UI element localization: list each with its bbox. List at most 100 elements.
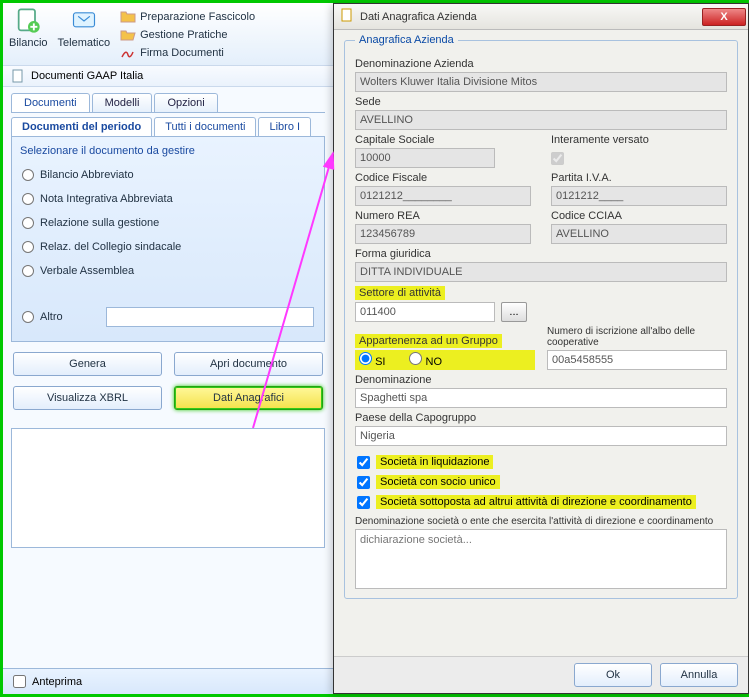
doc-option-relazione[interactable]: Relazione sulla gestione bbox=[20, 211, 316, 235]
ribbon-link-gest[interactable]: Gestione Pratiche bbox=[120, 27, 255, 43]
dati-anagrafici-button[interactable]: Dati Anagrafici bbox=[174, 386, 323, 410]
preview-area bbox=[11, 428, 325, 548]
anteprima-label: Anteprima bbox=[32, 676, 82, 688]
direzione-label: Società sottoposta ad altrui attività di… bbox=[376, 495, 696, 509]
cciaa-label: Codice CCIAA bbox=[551, 210, 727, 222]
rea-label: Numero REA bbox=[355, 210, 531, 222]
visualizza-xbrl-button[interactable]: Visualizza XBRL bbox=[13, 386, 162, 410]
liquidazione-label: Società in liquidazione bbox=[376, 455, 493, 469]
doc-option-label: Nota Integrativa Abbreviata bbox=[40, 193, 173, 205]
liquidazione-row[interactable]: Società in liquidazione bbox=[355, 452, 727, 472]
document-plus-icon bbox=[14, 7, 42, 35]
gruppo-radio-group: SI NO bbox=[355, 350, 535, 370]
panel-hint: Selezionare il documento da gestire bbox=[20, 145, 316, 157]
denomg-label: Denominazione bbox=[355, 374, 727, 386]
telematico-icon bbox=[70, 7, 98, 35]
doc-option-label: Bilancio Abbreviato bbox=[40, 169, 134, 181]
cf-label: Codice Fiscale bbox=[355, 172, 531, 184]
ribbon-link-firma[interactable]: Firma Documenti bbox=[120, 45, 255, 61]
socio-unico-row[interactable]: Società con socio unico bbox=[355, 472, 727, 492]
gruppo-no[interactable]: NO bbox=[409, 352, 442, 368]
document-select-panel: Selezionare il documento da gestire Bila… bbox=[11, 136, 325, 342]
ribbon-links: Preparazione Fascicolo Gestione Pratiche… bbox=[120, 7, 255, 63]
document-bar-title: Documenti GAAP Italia bbox=[31, 70, 143, 82]
rea-input[interactable] bbox=[355, 224, 531, 244]
anagrafica-fieldset: Anagrafica Azienda Denominazione Azienda… bbox=[344, 34, 738, 599]
cf-input[interactable] bbox=[355, 186, 531, 206]
doc-option-label: Relazione sulla gestione bbox=[40, 217, 159, 229]
annulla-button[interactable]: Annulla bbox=[660, 663, 738, 687]
footer-bar: Anteprima bbox=[3, 668, 333, 694]
gruppo-si[interactable]: SI bbox=[359, 352, 385, 368]
doc-option-altro-input[interactable] bbox=[106, 307, 314, 327]
doc-option-verbale[interactable]: Verbale Assemblea bbox=[20, 259, 316, 283]
document-bar: Documenti GAAP Italia bbox=[3, 65, 333, 87]
denominazione-label: Denominazione Azienda bbox=[355, 58, 727, 70]
signature-icon bbox=[120, 45, 136, 61]
socio-unico-checkbox[interactable] bbox=[357, 476, 370, 489]
capitale-input[interactable] bbox=[355, 148, 495, 168]
ribbon-bilancio-label: Bilancio bbox=[9, 37, 48, 49]
paese-input[interactable] bbox=[355, 426, 727, 446]
forma-input[interactable] bbox=[355, 262, 727, 282]
sede-input[interactable] bbox=[355, 110, 727, 130]
liquidazione-checkbox[interactable] bbox=[357, 456, 370, 469]
tab-modelli[interactable]: Modelli bbox=[92, 93, 153, 112]
close-button[interactable]: X bbox=[702, 8, 746, 26]
settore-label: Settore di attività bbox=[355, 286, 727, 300]
page-icon bbox=[11, 69, 25, 83]
doc-option-collegio[interactable]: Relaz. del Collegio sindacale bbox=[20, 235, 316, 259]
coop-label: Numero di iscrizione all'albo delle coop… bbox=[547, 326, 727, 348]
denominazione-input[interactable] bbox=[355, 72, 727, 92]
interamente-label: Interamente versato bbox=[551, 134, 727, 146]
doc-option-altro-row: Altro bbox=[20, 301, 316, 333]
piva-label: Partita I.V.A. bbox=[551, 172, 727, 184]
ribbon-link-firma-label: Firma Documenti bbox=[140, 47, 224, 59]
secondary-tabs: Documenti del periodo Tutti i documenti … bbox=[3, 113, 333, 136]
interamente-checkbox[interactable] bbox=[551, 152, 564, 165]
folder-icon bbox=[120, 9, 136, 25]
tab-documenti[interactable]: Documenti bbox=[11, 93, 90, 112]
forma-label: Forma giuridica bbox=[355, 248, 727, 260]
doc-option-nota[interactable]: Nota Integrativa Abbreviata bbox=[20, 187, 316, 211]
dialog-title: Dati Anagrafica Azienda bbox=[360, 11, 696, 23]
close-icon: X bbox=[720, 11, 727, 23]
sede-label: Sede bbox=[355, 96, 727, 108]
denomg-input[interactable] bbox=[355, 388, 727, 408]
cciaa-input[interactable] bbox=[551, 224, 727, 244]
fieldset-legend: Anagrafica Azienda bbox=[355, 34, 458, 46]
tab-libro[interactable]: Libro I bbox=[258, 117, 311, 136]
dialog-titlebar[interactable]: Dati Anagrafica Azienda X bbox=[334, 4, 748, 30]
ok-button[interactable]: Ok bbox=[574, 663, 652, 687]
anagrafica-dialog: Dati Anagrafica Azienda X Anagrafica Azi… bbox=[333, 3, 749, 694]
doc-option-label: Verbale Assemblea bbox=[40, 265, 134, 277]
ribbon-bilancio[interactable]: Bilancio bbox=[9, 7, 48, 63]
paese-label: Paese della Capogruppo bbox=[355, 412, 727, 424]
ribbon-link-prep[interactable]: Preparazione Fascicolo bbox=[120, 9, 255, 25]
socio-unico-label: Società con socio unico bbox=[376, 475, 500, 489]
ribbon-link-gest-label: Gestione Pratiche bbox=[140, 29, 227, 41]
doc-option-bilancio[interactable]: Bilancio Abbreviato bbox=[20, 163, 316, 187]
settore-input[interactable] bbox=[355, 302, 495, 322]
apri-documento-button[interactable]: Apri documento bbox=[174, 352, 323, 376]
piva-input[interactable] bbox=[551, 186, 727, 206]
coop-input[interactable] bbox=[547, 350, 727, 370]
ribbon: Bilancio Telematico Preparazione Fascico… bbox=[3, 3, 333, 65]
doc-option-altro[interactable] bbox=[22, 311, 34, 323]
tab-documenti-periodo[interactable]: Documenti del periodo bbox=[11, 117, 152, 136]
ribbon-telematico[interactable]: Telematico bbox=[58, 7, 111, 63]
genera-button[interactable]: Genera bbox=[13, 352, 162, 376]
gruppo-label: Appartenenza ad un Gruppo bbox=[355, 334, 535, 348]
doc-option-altro-label: Altro bbox=[40, 311, 100, 323]
dialog-buttons: Ok Annulla bbox=[334, 656, 748, 693]
tab-opzioni[interactable]: Opzioni bbox=[154, 93, 217, 112]
folder-open-icon bbox=[120, 27, 136, 43]
denomdir-input[interactable] bbox=[355, 529, 727, 589]
anteprima-checkbox[interactable] bbox=[13, 675, 26, 688]
settore-browse-button[interactable]: ... bbox=[501, 302, 527, 322]
direzione-checkbox[interactable] bbox=[357, 496, 370, 509]
tab-tutti-documenti[interactable]: Tutti i documenti bbox=[154, 117, 256, 136]
ribbon-link-prep-label: Preparazione Fascicolo bbox=[140, 11, 255, 23]
denomdir-label: Denominazione società o ente che esercit… bbox=[355, 516, 727, 527]
direzione-row[interactable]: Società sottoposta ad altrui attività di… bbox=[355, 492, 727, 512]
